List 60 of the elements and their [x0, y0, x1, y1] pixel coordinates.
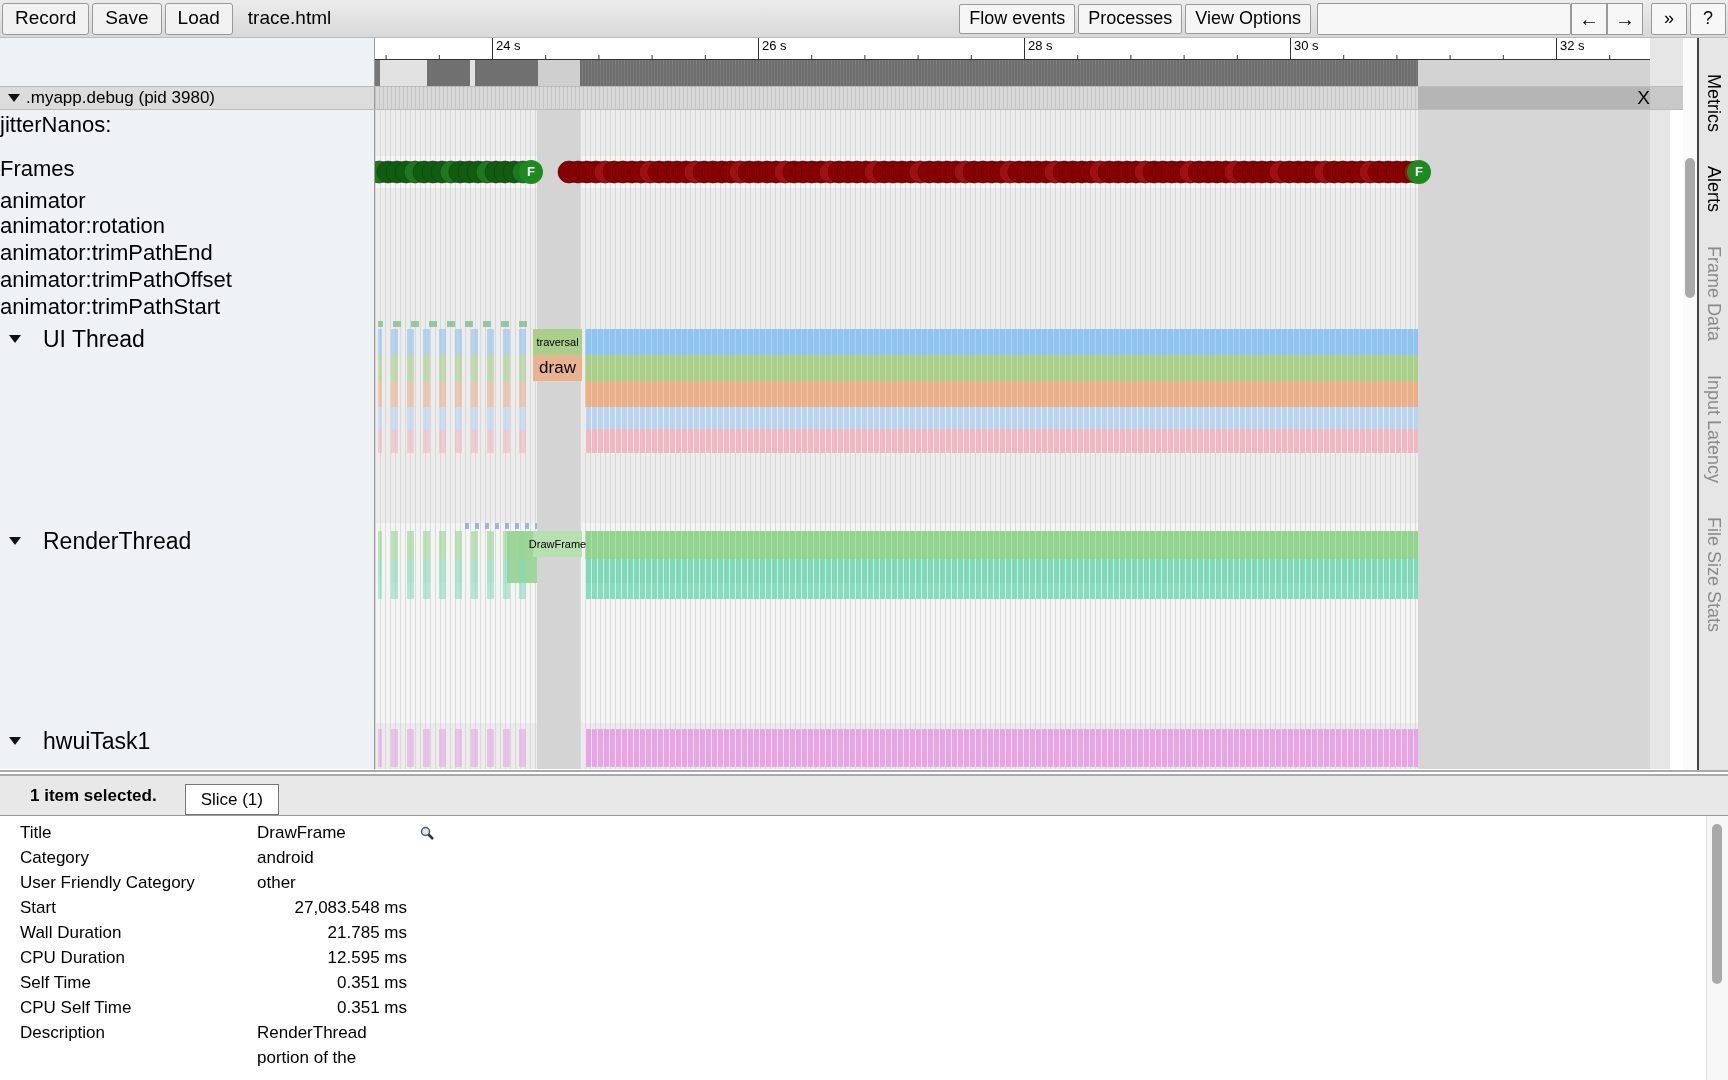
- toolbar-button[interactable]: Save: [92, 2, 162, 35]
- collapse-arrow-icon[interactable]: [8, 92, 20, 104]
- side-tab[interactable]: Alerts: [1700, 166, 1727, 212]
- property-label: Self Time: [20, 972, 92, 994]
- track-label: animator: [0, 188, 86, 213]
- collapse-arrow-icon[interactable]: [9, 535, 21, 547]
- track-label: animator:trimPathStart: [0, 294, 221, 319]
- property-label: Category: [20, 847, 90, 869]
- property-value: DrawFrame: [257, 822, 347, 844]
- help-button[interactable]: ?: [1690, 2, 1726, 35]
- track-label: animator:trimPathOffset: [0, 267, 232, 292]
- property-label: User Friendly Category: [20, 872, 196, 894]
- track-label: hwuiTask1: [43, 729, 151, 753]
- tick-label: 28 s: [1024, 38, 1053, 60]
- nav-button[interactable]: →: [1607, 2, 1643, 35]
- property-label: Description: [20, 1022, 107, 1044]
- search-icon[interactable]: [420, 825, 434, 840]
- property-value: android: [257, 847, 315, 869]
- property-value: 0.351 ms: [336, 972, 407, 994]
- process-title: .myapp.debug (pid 3980): [26, 87, 216, 110]
- property-value: 12.595 ms: [326, 947, 407, 969]
- toolbar-button[interactable]: Record: [2, 2, 90, 35]
- close-button[interactable]: X: [1637, 87, 1650, 109]
- track-label: animator:rotation: [0, 213, 166, 238]
- property-label: Wall Duration: [20, 922, 123, 944]
- property-value: other: [257, 872, 297, 894]
- track-label: UI Thread: [43, 327, 145, 351]
- view-button[interactable]: Flow events: [959, 3, 1076, 34]
- slice-label[interactable]: traversal: [533, 329, 582, 355]
- scrollbar-thumb[interactable]: [1712, 824, 1722, 984]
- property-value: 0.351 ms: [336, 997, 407, 1019]
- track-label: Frames: [0, 156, 75, 181]
- scrollbar-thumb[interactable]: [1685, 158, 1695, 298]
- track-label: RenderThread: [43, 529, 192, 553]
- property-value: 27,083.548 ms: [293, 897, 407, 919]
- details-tab[interactable]: Slice (1): [184, 784, 279, 815]
- property-label: Title: [20, 822, 53, 844]
- property-label: CPU Duration: [20, 947, 126, 969]
- file-name: trace.html: [247, 6, 332, 31]
- view-button[interactable]: Processes: [1078, 3, 1183, 34]
- tick-label: 32 s: [1556, 38, 1585, 60]
- property-value: 21.785 ms: [326, 922, 407, 944]
- slice-label[interactable]: draw: [533, 355, 582, 381]
- tick-label: 24 s: [492, 38, 521, 60]
- tick-label: 30 s: [1290, 38, 1319, 60]
- toolbar-button[interactable]: Load: [164, 2, 233, 35]
- collapse-arrow-icon[interactable]: [9, 735, 21, 747]
- nav-button[interactable]: ←: [1571, 2, 1607, 35]
- tick-label: 26 s: [758, 38, 787, 60]
- more-button[interactable]: »: [1651, 2, 1687, 35]
- track-label: animator:trimPathEnd: [0, 240, 213, 265]
- side-tab[interactable]: Metrics: [1700, 74, 1727, 132]
- property-label: Start: [20, 897, 57, 919]
- view-button[interactable]: View Options: [1185, 3, 1311, 34]
- property-label: CPU Self Time: [20, 997, 133, 1019]
- selection-summary: 1 item selected.: [30, 784, 157, 807]
- collapse-arrow-icon[interactable]: [9, 333, 21, 345]
- search-field[interactable]: [1317, 2, 1571, 35]
- track-label: jitterNanos:: [0, 112, 112, 137]
- property-value: RenderThread portion of the: [257, 1022, 368, 1069]
